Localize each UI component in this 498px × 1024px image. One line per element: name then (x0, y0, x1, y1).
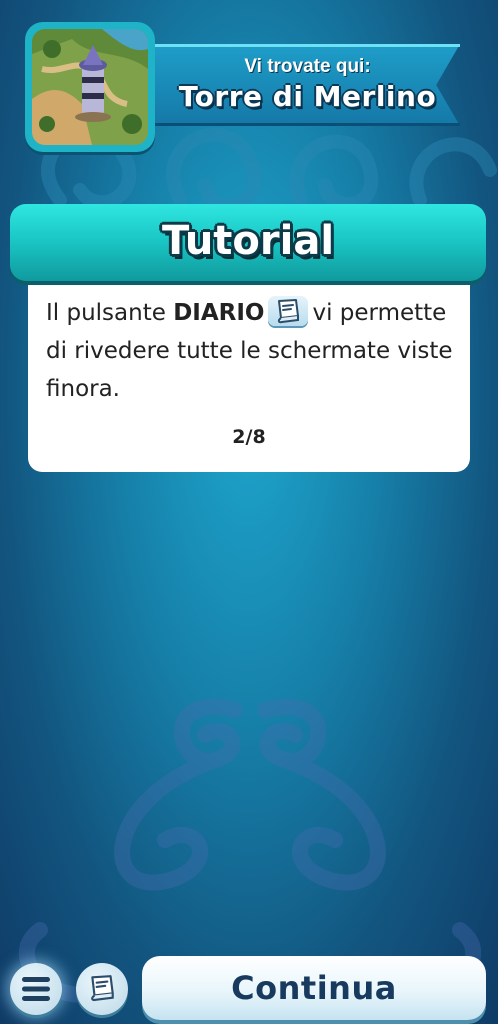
tower-map-thumbnail-icon (32, 29, 148, 145)
diary-inline-icon (268, 296, 309, 326)
menu-button[interactable] (10, 963, 62, 1015)
banner-bottom-edge (120, 123, 460, 126)
tutorial-page-indicator: 2/8 (232, 426, 266, 448)
location-subtitle: Vi trovate qui: (244, 56, 371, 77)
tutorial-text-intro: Il pulsante (46, 300, 174, 326)
tutorial-panel: Il pulsante DIARIO vi permette di riveder… (28, 276, 470, 472)
swirl-ornament-background (18, 126, 497, 1003)
menu-icon (22, 977, 50, 1001)
continue-button-label: Continua (231, 969, 397, 1007)
diary-icon (91, 975, 114, 1002)
diary-button[interactable] (76, 963, 128, 1015)
banner-top-edge (120, 44, 460, 47)
location-title: Torre di Merlino (178, 80, 437, 113)
continue-button[interactable]: Continua (142, 956, 486, 1020)
tutorial-title: Tutorial (161, 218, 335, 264)
tutorial-header: Tutorial (10, 204, 486, 281)
tutorial-text: Il pulsante DIARIO vi permette di riveder… (46, 294, 456, 408)
tutorial-text-bold: DIARIO (173, 300, 265, 326)
location-thumbnail[interactable] (25, 22, 155, 152)
